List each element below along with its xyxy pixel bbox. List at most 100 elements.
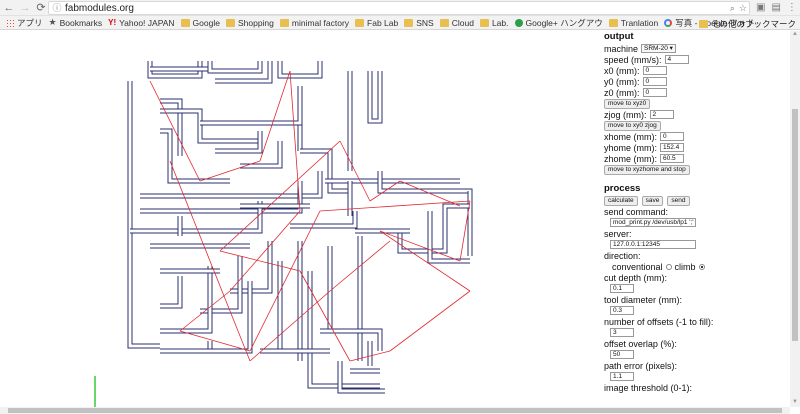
yhome-input[interactable]: 152.4 xyxy=(660,143,685,152)
tool-diameter-input[interactable]: 0.3 xyxy=(610,306,634,315)
info-icon[interactable]: ⓘ xyxy=(51,2,63,14)
save-button[interactable]: save xyxy=(641,195,664,206)
move-xy0-zjog-button[interactable]: move to xy0 zjog xyxy=(604,120,661,131)
send-command-input[interactable]: mod_print.py /dev/usb/lp1 ';' xyxy=(610,218,696,227)
extension-icon-2[interactable]: ▤ xyxy=(771,1,780,15)
speed-label: speed (mm/s): xyxy=(604,54,662,65)
machine-value: SRM-20 xyxy=(644,45,668,52)
bookmark-item[interactable]: SNS xyxy=(404,17,434,28)
bookmark-label: Tranlation xyxy=(620,17,659,28)
calculate-button[interactable]: calculate xyxy=(604,195,638,206)
folder-icon xyxy=(225,18,235,27)
bookmark-star-icon[interactable]: ☆ xyxy=(739,2,747,14)
bookmark-item[interactable]: Fab Lab xyxy=(355,18,398,28)
server-input[interactable]: 127.0.0.1:12345 xyxy=(610,240,696,249)
folder-icon xyxy=(439,18,449,27)
rapid-move xyxy=(389,290,471,352)
send-button[interactable]: send xyxy=(667,195,690,206)
folder-icon xyxy=(479,18,489,27)
rapid-move xyxy=(149,80,201,182)
folder-icon xyxy=(698,20,708,28)
move-xyz0-button[interactable]: move to xyz0 xyxy=(604,98,651,109)
menu-icon[interactable]: ⋮ xyxy=(787,1,797,15)
zhome-input[interactable]: 60.5 xyxy=(660,154,685,163)
reload-icon[interactable]: ⟳ xyxy=(34,1,48,15)
bookmark-item[interactable]: Lab. xyxy=(479,18,509,28)
tool-diameter-label: tool diameter (mm): xyxy=(604,294,683,305)
overlap-input[interactable]: 50 xyxy=(610,350,634,359)
folder-icon xyxy=(279,18,289,27)
forward-icon[interactable]: → xyxy=(18,1,32,15)
scroll-up-icon[interactable]: ▲ xyxy=(790,31,800,39)
horizontal-scrollbar[interactable] xyxy=(0,407,790,414)
cut-depth-input[interactable]: 0.1 xyxy=(610,284,634,293)
address-bar[interactable]: ⓘ fabmodules.org ⌕ ☆ xyxy=(48,1,750,15)
bookmark-item[interactable]: Y! Yahoo! JAPAN xyxy=(108,18,174,28)
rapid-move xyxy=(199,160,261,182)
path-error-label: path error (pixels): xyxy=(604,360,678,371)
conventional-label: conventional xyxy=(612,261,663,272)
bookmark-label: minimal factory xyxy=(291,17,350,28)
toolpath-trace xyxy=(160,266,213,334)
bookmark-item[interactable]: Tranlation xyxy=(608,17,659,28)
toolpath-trace-inner xyxy=(208,61,262,73)
bookmarks-bar: アプリ ★ Bookmarks Y! Yahoo! JAPAN Google Shoppin… xyxy=(0,16,800,30)
rapid-move xyxy=(259,70,291,162)
bookmark-item[interactable]: Shopping xyxy=(225,18,274,28)
bookmark-item[interactable]: Google+ ハングアウ xyxy=(514,17,603,29)
toolpath-trace xyxy=(277,61,323,79)
offsets-input[interactable]: 3 xyxy=(610,328,634,337)
back-icon[interactable]: ← xyxy=(2,1,16,15)
bookmark-item[interactable]: ★ Bookmarks xyxy=(49,18,103,28)
bookmark-item[interactable]: アプリ xyxy=(6,17,43,29)
hangouts-icon xyxy=(514,18,523,27)
offsets-label: number of offsets (-1 to fill): xyxy=(604,316,714,327)
path-error-input[interactable]: 1.1 xyxy=(610,372,634,381)
search-icon[interactable]: ⌕ xyxy=(730,2,735,14)
bookmark-label: Yahoo! JAPAN xyxy=(119,17,175,28)
y0-input[interactable]: 0 xyxy=(642,77,667,86)
toolpath-trace xyxy=(200,96,303,126)
toolpath-canvas[interactable] xyxy=(0,31,598,407)
machine-select[interactable]: SRM-20 ▾ xyxy=(641,44,676,53)
toolpath-trace-inner xyxy=(378,171,472,201)
browser-toolbar: ← → ⟳ ⓘ fabmodules.org ⌕ ☆ ▣ ▤ ⋮ xyxy=(0,0,800,16)
bookmark-item[interactable]: minimal factory xyxy=(279,17,350,28)
horizontal-scroll-thumb[interactable] xyxy=(8,408,782,413)
bookmark-label: アプリ xyxy=(17,17,43,28)
toolpath-trace-inner xyxy=(160,109,260,143)
rapid-move xyxy=(229,210,301,292)
apps-icon xyxy=(6,18,14,27)
folder-icon xyxy=(404,18,414,27)
bookmark-label: Google xyxy=(192,17,220,28)
server-label: server: xyxy=(604,228,632,239)
toolpath-trace xyxy=(200,256,243,314)
zjog-input[interactable]: 2 xyxy=(649,110,674,119)
toolpath-trace-inner xyxy=(200,256,242,313)
move-home-stop-button[interactable]: move to xyzhome and stop xyxy=(604,164,690,175)
scroll-down-icon[interactable]: ▼ xyxy=(790,399,800,407)
toolpath-trace xyxy=(377,171,473,201)
bookmark-item[interactable]: Cloud xyxy=(439,17,474,28)
conventional-radio[interactable] xyxy=(665,263,672,270)
speed-input[interactable]: 4 xyxy=(664,55,689,64)
bookmark-item[interactable]: Google xyxy=(180,17,220,28)
climb-radio[interactable] xyxy=(698,263,705,270)
xhome-label: xhome (mm): xyxy=(604,131,658,142)
climb-label: climb xyxy=(674,261,696,272)
zhome-label: zhome (mm): xyxy=(604,153,658,164)
process-title: process xyxy=(604,183,641,194)
toolpath-trace-inner xyxy=(200,96,302,125)
bookmark-label: Bookmarks xyxy=(59,17,103,28)
vertical-scrollbar[interactable]: ▲ ▼ xyxy=(790,31,800,407)
other-bookmarks[interactable]: その他のブックマーク xyxy=(698,18,796,29)
bookmark-label: SNS xyxy=(416,17,434,28)
bookmark-label: Cloud xyxy=(451,17,474,28)
x0-input[interactable]: 0 xyxy=(642,66,667,75)
y0-label: y0 (mm): xyxy=(604,76,640,87)
zjog-label: zjog (mm): xyxy=(604,109,647,120)
vertical-scroll-thumb[interactable] xyxy=(792,109,798,341)
extension-icon[interactable]: ▣ xyxy=(756,1,765,15)
xhome-input[interactable]: 0 xyxy=(660,132,685,141)
z0-input[interactable]: 0 xyxy=(642,88,667,97)
